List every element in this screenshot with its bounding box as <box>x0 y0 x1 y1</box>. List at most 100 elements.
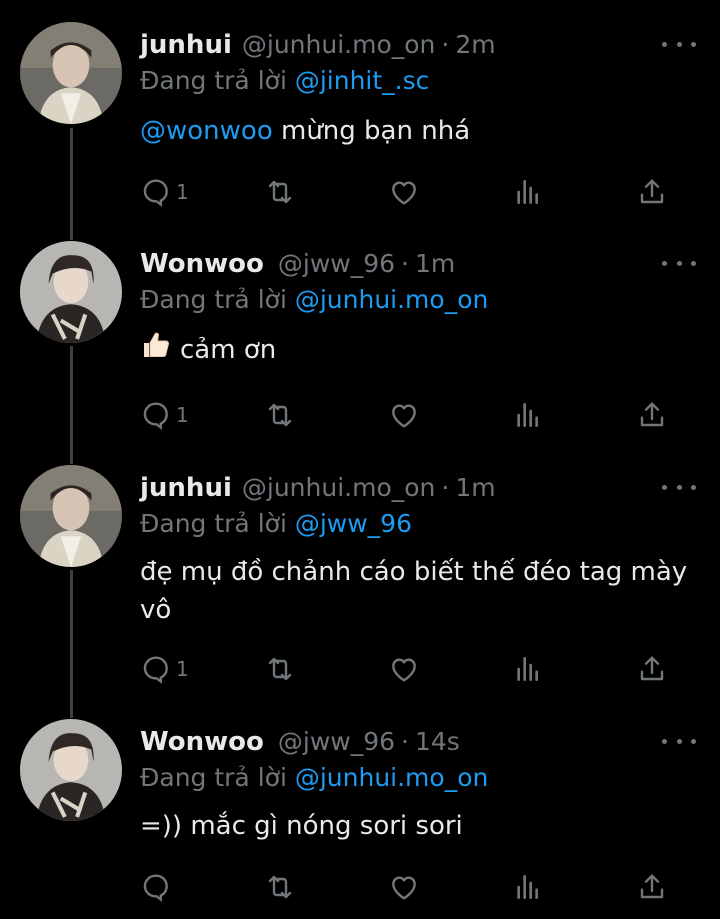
reply-prefix: Đang trả lời <box>140 763 295 792</box>
reply-to-link[interactable]: @junhui.mo_on <box>295 763 489 792</box>
views-icon <box>517 657 538 681</box>
username[interactable]: @jww_96 <box>278 727 395 756</box>
thread-line <box>70 346 73 464</box>
avatar-junhui[interactable] <box>20 465 122 567</box>
separator: · <box>401 249 409 278</box>
views-icon <box>517 875 538 899</box>
replying-to: Đang trả lời @junhui.mo_on <box>140 285 488 314</box>
username[interactable]: @junhui.mo_on <box>242 30 436 59</box>
like-button[interactable] <box>388 172 420 212</box>
share-button[interactable] <box>636 649 668 689</box>
reply-button[interactable]: 1 <box>140 395 189 435</box>
views-button[interactable] <box>512 172 544 212</box>
tweet-header: Wonwoo @jww_96 · 1m <box>140 249 455 283</box>
reply-to-link[interactable]: @jinhit_.sc <box>295 66 430 95</box>
views-button[interactable] <box>512 867 544 907</box>
like-icon <box>392 658 416 682</box>
tweet-actions <box>140 867 680 907</box>
avatar-wonwoo[interactable] <box>20 719 122 821</box>
like-icon <box>392 876 416 900</box>
retweet-icon <box>268 180 292 204</box>
timestamp[interactable]: 1m <box>415 249 455 278</box>
timestamp[interactable]: 14s <box>415 727 460 756</box>
retweet-button[interactable] <box>264 867 296 907</box>
share-icon <box>640 656 664 681</box>
timestamp[interactable]: 1m <box>455 473 495 502</box>
thumbs-up-emoji-icon <box>140 329 172 372</box>
reply-button[interactable] <box>140 867 176 907</box>
reply-count: 1 <box>176 657 189 681</box>
display-name[interactable]: junhui <box>140 473 232 503</box>
like-button[interactable] <box>388 649 420 689</box>
tweet-header: Wonwoo @jww_96 · 14s <box>140 727 460 761</box>
reply-icon <box>143 402 168 430</box>
replying-to: Đang trả lời @jww_96 <box>140 509 412 538</box>
username[interactable]: @junhui.mo_on <box>242 473 436 502</box>
username[interactable]: @jww_96 <box>278 249 395 278</box>
tweet-text-line: đẹ mụ đồ chảnh cáo biết thế đéo tag mày <box>140 557 688 587</box>
share-button[interactable] <box>636 867 668 907</box>
reply-prefix: Đang trả lời <box>140 66 295 95</box>
reply-to-link[interactable]: @jww_96 <box>295 509 412 538</box>
thread-line <box>70 128 73 240</box>
share-button[interactable] <box>636 395 668 435</box>
display-name[interactable]: Wonwoo <box>140 727 264 757</box>
share-button[interactable] <box>636 172 668 212</box>
display-name[interactable]: junhui <box>140 30 232 60</box>
retweet-icon <box>268 403 292 427</box>
retweet-icon <box>268 875 292 899</box>
more-icon[interactable] <box>662 477 696 497</box>
views-icon <box>517 180 538 204</box>
tweet-text: cảm ơn <box>140 329 700 372</box>
like-icon <box>392 404 416 428</box>
like-button[interactable] <box>388 395 420 435</box>
reply-to-link[interactable]: @junhui.mo_on <box>295 285 489 314</box>
reply-button[interactable]: 1 <box>140 172 189 212</box>
more-icon[interactable] <box>662 253 696 273</box>
reply-icon <box>143 656 168 684</box>
tweet-text-content: mừng bạn nhá <box>272 116 471 146</box>
tweet-text: =)) mắc gì nóng sori sori <box>140 807 700 845</box>
tweet-actions: 1 <box>140 395 680 435</box>
replying-to: Đang trả lời @junhui.mo_on <box>140 763 488 792</box>
tweet-header: junhui @junhui.mo_on · 2m <box>140 30 496 64</box>
share-icon <box>640 179 664 204</box>
share-icon <box>640 402 664 427</box>
views-button[interactable] <box>512 395 544 435</box>
reply-icon <box>143 874 168 902</box>
reply-button[interactable]: 1 <box>140 649 189 689</box>
views-icon <box>517 403 538 427</box>
tweet-text-content: =)) mắc gì nóng sori sori <box>140 811 463 841</box>
tweet-text: @wonwoo mừng bạn nhá <box>140 112 700 150</box>
retweet-button[interactable] <box>264 649 296 689</box>
retweet-button[interactable] <box>264 395 296 435</box>
reply-count: 1 <box>176 180 189 204</box>
replying-to: Đang trả lời @jinhit_.sc <box>140 66 429 95</box>
like-button[interactable] <box>388 867 420 907</box>
avatar-wonwoo[interactable] <box>20 241 122 343</box>
tweet-text-line: vô <box>140 595 172 625</box>
more-icon[interactable] <box>662 34 696 54</box>
reply-count: 1 <box>176 403 189 427</box>
timestamp[interactable]: 2m <box>455 30 495 59</box>
tweet-header: junhui @junhui.mo_on · 1m <box>140 473 496 507</box>
retweet-button[interactable] <box>264 172 296 212</box>
tweet-text-content: cảm ơn <box>180 335 277 365</box>
tweet-actions: 1 <box>140 172 680 212</box>
views-button[interactable] <box>512 649 544 689</box>
more-icon[interactable] <box>662 731 696 751</box>
tweet-actions: 1 <box>140 649 680 689</box>
display-name[interactable]: Wonwoo <box>140 249 264 279</box>
separator: · <box>441 473 450 502</box>
reply-icon <box>143 179 168 207</box>
mention-link[interactable]: @wonwoo <box>140 116 273 146</box>
separator: · <box>441 30 450 59</box>
retweet-icon <box>268 657 292 681</box>
thread-line <box>70 570 73 718</box>
tweet-text: đẹ mụ đồ chảnh cáo biết thế đéo tag mày … <box>140 553 700 629</box>
share-icon <box>640 874 664 899</box>
reply-prefix: Đang trả lời <box>140 509 295 538</box>
reply-prefix: Đang trả lời <box>140 285 295 314</box>
separator: · <box>401 727 409 756</box>
avatar-junhui[interactable] <box>20 22 122 124</box>
